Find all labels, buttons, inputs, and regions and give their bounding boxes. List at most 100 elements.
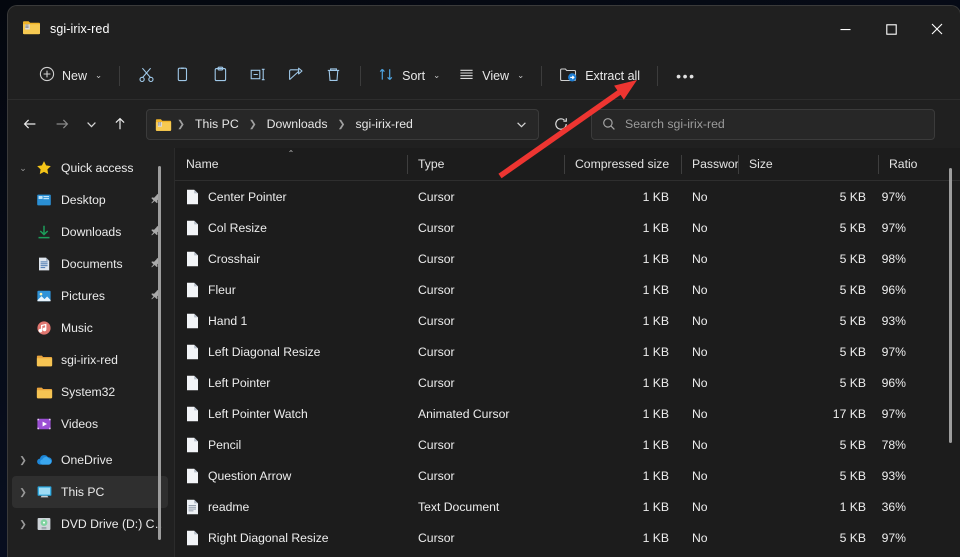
cell-type: Cursor	[407, 469, 564, 483]
column-header-type[interactable]: Type	[407, 148, 564, 181]
table-row[interactable]: Col ResizeCursor1 KBNo5 KB97%	[175, 212, 960, 243]
text-file-icon	[186, 499, 199, 515]
column-header-password[interactable]: Password ...	[681, 148, 738, 181]
cell-password-protected: No	[681, 221, 738, 235]
search-box[interactable]	[591, 109, 935, 140]
chevron-right-icon[interactable]: ❯	[12, 508, 34, 540]
close-button[interactable]	[914, 6, 960, 52]
column-headers: Name ⌃ Type Compressed size Password ...…	[175, 148, 960, 181]
sidebar-item-system32[interactable]: System32	[12, 376, 168, 408]
up-button[interactable]	[104, 108, 136, 140]
extract-all-button[interactable]: Extract all	[550, 60, 649, 92]
sidebar-item-desktop[interactable]: Desktop	[12, 184, 168, 216]
cell-size: 5 KB	[738, 376, 878, 390]
cell-name: Col Resize	[175, 220, 407, 236]
breadcrumb-current-folder[interactable]: sgi-irix-red	[350, 115, 417, 133]
cursor-file-icon	[186, 406, 199, 422]
chevron-down-icon[interactable]: ⌄	[12, 152, 34, 184]
folder-extract-icon	[559, 66, 578, 86]
sidebar-group-quick-access[interactable]: ⌄ Quick access	[12, 152, 168, 184]
folder-icon	[34, 350, 54, 370]
sidebar-item-dvd-drive[interactable]: ❯ DVD Drive (D:) C…	[12, 508, 168, 540]
column-header-name[interactable]: Name ⌃	[175, 148, 407, 181]
sidebar-item-pictures[interactable]: Pictures	[12, 280, 168, 312]
cell-compressed-size: 1 KB	[564, 438, 681, 452]
address-bar[interactable]: ❯ This PC ❯ Downloads ❯ sgi-irix-red	[146, 109, 539, 140]
explorer-body: ⌄ Quick access Desktop	[8, 148, 960, 557]
table-row[interactable]: Center PointerCursor1 KBNo5 KB97%	[175, 181, 960, 212]
table-row[interactable]: CrosshairCursor1 KBNo5 KB98%	[175, 243, 960, 274]
copy-button[interactable]	[165, 60, 202, 92]
back-button[interactable]	[14, 108, 46, 140]
paste-button[interactable]	[202, 60, 239, 92]
address-bar-actions	[508, 112, 534, 137]
sidebar-item-label: OneDrive	[61, 453, 112, 467]
view-button[interactable]: View ⌄	[449, 60, 533, 92]
clipboard-paste-icon	[212, 66, 229, 86]
sidebar-item-sgi-irix-red[interactable]: sgi-irix-red	[12, 344, 168, 376]
column-header-ratio[interactable]: Ratio	[878, 148, 918, 181]
cell-name: Question Arrow	[175, 468, 407, 484]
cell-compressed-size: 1 KB	[564, 252, 681, 266]
breadcrumb-separator: ❯	[176, 119, 186, 130]
delete-button[interactable]	[315, 60, 352, 92]
cell-size: 1 KB	[738, 500, 878, 514]
forward-button[interactable]	[46, 108, 78, 140]
new-button[interactable]: New ⌄	[30, 60, 111, 92]
file-name-label: Right Diagonal Resize	[208, 531, 329, 545]
sidebar-item-downloads[interactable]: Downloads	[12, 216, 168, 248]
minimize-button[interactable]	[822, 6, 868, 52]
cursor-file-icon	[186, 530, 199, 546]
cursor-file-icon	[186, 313, 199, 329]
cell-type: Cursor	[407, 376, 564, 390]
table-row[interactable]: Left PointerCursor1 KBNo5 KB96%	[175, 367, 960, 398]
cell-compressed-size: 1 KB	[564, 314, 681, 328]
cell-type: Cursor	[407, 252, 564, 266]
rename-button[interactable]	[239, 60, 277, 92]
address-dropdown-button[interactable]	[508, 112, 534, 137]
cursor-file-icon	[186, 437, 199, 453]
cell-password-protected: No	[681, 190, 738, 204]
music-icon	[34, 318, 54, 338]
sidebar-item-videos[interactable]: Videos	[12, 408, 168, 440]
table-row[interactable]: readmeText Document1 KBNo1 KB36%	[175, 491, 960, 522]
table-row[interactable]: Left Pointer WatchAnimated Cursor1 KBNo1…	[175, 398, 960, 429]
cell-compressed-size: 1 KB	[564, 469, 681, 483]
cell-password-protected: No	[681, 252, 738, 266]
file-name-label: Center Pointer	[208, 190, 287, 204]
chevron-right-icon[interactable]: ❯	[12, 476, 34, 508]
table-row[interactable]: Hand 1Cursor1 KBNo5 KB93%	[175, 305, 960, 336]
breadcrumb-this-pc[interactable]: This PC	[190, 115, 244, 133]
table-row[interactable]: Right Diagonal ResizeCursor1 KBNo5 KB97%	[175, 522, 960, 553]
refresh-button[interactable]	[545, 108, 577, 140]
cell-ratio: 97%	[878, 190, 918, 204]
sidebar-group-label: Quick access	[61, 161, 133, 175]
column-header-compressed-size[interactable]: Compressed size	[564, 148, 681, 181]
cut-button[interactable]	[128, 60, 165, 92]
search-input[interactable]	[625, 117, 924, 131]
file-list-scrollbar-thumb[interactable]	[949, 168, 952, 443]
ellipsis-icon: •••	[676, 68, 696, 84]
recent-locations-button[interactable]	[78, 108, 104, 140]
folder-icon	[34, 382, 54, 402]
sort-button[interactable]: Sort ⌄	[369, 60, 449, 92]
sidebar-scrollbar-thumb[interactable]	[158, 166, 161, 540]
table-row[interactable]: Question ArrowCursor1 KBNo5 KB93%	[175, 460, 960, 491]
cell-name: Hand 1	[175, 313, 407, 329]
table-row[interactable]: Left Diagonal ResizeCursor1 KBNo5 KB97%	[175, 336, 960, 367]
column-header-size[interactable]: Size	[738, 148, 878, 181]
sidebar-item-music[interactable]: Music	[12, 312, 168, 344]
sidebar-item-documents[interactable]: Documents	[12, 248, 168, 280]
table-row[interactable]: PencilCursor1 KBNo5 KB78%	[175, 429, 960, 460]
sidebar-item-onedrive[interactable]: ❯ OneDrive	[12, 444, 168, 476]
file-name-label: Fleur	[208, 283, 236, 297]
sidebar-item-this-pc[interactable]: ❯ This PC	[12, 476, 168, 508]
sidebar-item-label: DVD Drive (D:) C…	[61, 517, 162, 531]
table-row[interactable]: FleurCursor1 KBNo5 KB96%	[175, 274, 960, 305]
share-button[interactable]	[277, 60, 315, 92]
maximize-button[interactable]	[868, 6, 914, 52]
breadcrumb-downloads[interactable]: Downloads	[262, 115, 333, 133]
chevron-right-icon[interactable]: ❯	[12, 444, 34, 476]
more-options-button[interactable]: •••	[666, 60, 706, 92]
chevron-down-icon: ⌄	[95, 70, 102, 81]
